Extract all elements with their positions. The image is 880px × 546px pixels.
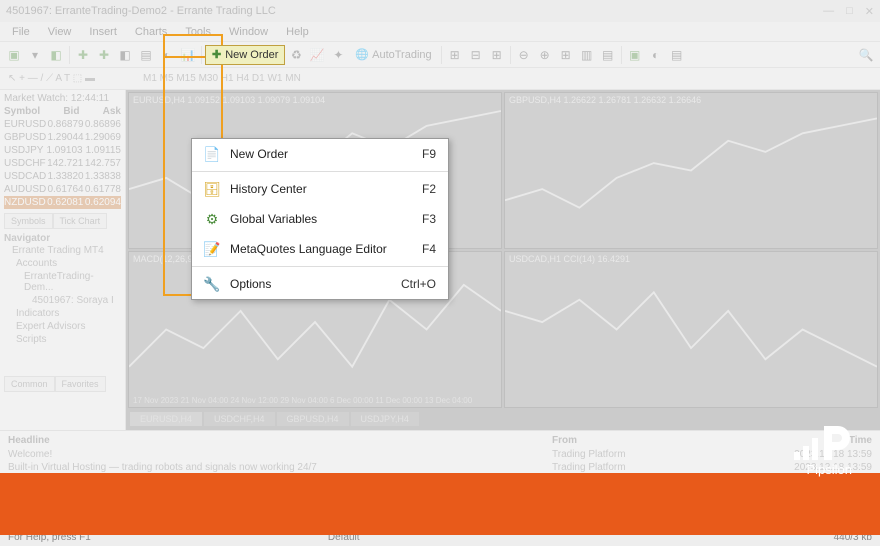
menu-view[interactable]: View	[40, 24, 80, 40]
ctx-options[interactable]: 🔧 Options Ctrl+O	[192, 269, 448, 299]
navigator-panel: Navigator Errante Trading MT4 Accounts E…	[0, 231, 125, 394]
brand-watermark: Pipsilon	[794, 426, 852, 477]
toolbar-btn[interactable]: ▤	[598, 45, 618, 65]
brand-name: Pipsilon	[806, 462, 852, 477]
tab-favorites[interactable]: Favorites	[55, 376, 106, 392]
nav-item[interactable]: Accounts	[4, 257, 121, 270]
ctx-new-order[interactable]: 📄 New Order F9	[192, 139, 448, 169]
toolbar-btn[interactable]: 📊	[178, 45, 198, 65]
ctx-metaeditor[interactable]: 📝 MetaQuotes Language Editor F4	[192, 234, 448, 264]
menu-window[interactable]: Window	[221, 24, 276, 40]
toolbar-btn[interactable]: ◧	[115, 45, 135, 65]
zoom-out-icon[interactable]: ⊖	[514, 45, 534, 65]
chart-tab[interactable]: GBPUSD,H4	[277, 412, 349, 426]
toolbar-btn[interactable]: ◐	[646, 45, 666, 65]
nav-title: Navigator	[4, 233, 121, 244]
toolbar-btn[interactable]: ◧	[46, 45, 66, 65]
menubar: File View Insert Charts Tools Window Hel…	[0, 22, 880, 42]
toolbar-btn[interactable]: ⊞	[487, 45, 507, 65]
toolbar-btn[interactable]: ▤	[667, 45, 687, 65]
maximize-icon[interactable]: □	[846, 5, 853, 18]
secondary-toolbar: ↖ + — / ⟋ A T ⬚ ▬ M1 M5 M15 M30 H1 H4 D1…	[0, 68, 880, 90]
main-toolbar: ▣ ▾ ◧ ✚ ✚ ◧ ▤ ◐ 📊 ✚ New Order ♻ 📈 ✦ 🌐 Au…	[0, 42, 880, 68]
toolbar-btn[interactable]: ▾	[25, 45, 45, 65]
options-icon: 🔧	[200, 276, 224, 293]
symbol-row[interactable]: EURUSD0.868790.86896	[4, 118, 121, 131]
new-order-icon: 📄	[200, 146, 224, 163]
symbol-row[interactable]: GBPUSD1.290441.29069	[4, 131, 121, 144]
toolbar-btn[interactable]: ⊞	[445, 45, 465, 65]
toolbar-btn[interactable]: ▣	[625, 45, 645, 65]
symbol-row[interactable]: USDCAD1.338201.33838	[4, 170, 121, 183]
autotrading-button[interactable]: 🌐 AutoTrading	[349, 48, 437, 61]
toolbar-btn[interactable]: ▥	[577, 45, 597, 65]
chart-tab[interactable]: USDCHF,H4	[204, 412, 275, 426]
chart-gbpusd[interactable]: GBPUSD,H4 1.26622 1.26781 1.26632 1.2664…	[504, 92, 878, 249]
tab-symbols[interactable]: Symbols	[4, 213, 53, 229]
zoom-in-icon[interactable]: ⊕	[535, 45, 555, 65]
toolbar-btn[interactable]: ▤	[136, 45, 156, 65]
toolbar-btn[interactable]: ▣	[4, 45, 24, 65]
new-order-button[interactable]: ✚ New Order	[205, 45, 285, 65]
toolbar-btn[interactable]: ◐	[157, 45, 177, 65]
news-row[interactable]: Welcome!Trading Platform2023.12.18 13:59	[8, 448, 872, 461]
toolbar-btn[interactable]: ✚	[73, 45, 93, 65]
nav-item[interactable]: ErranteTrading-Dem...	[4, 270, 121, 294]
chart-usdcad[interactable]: USDCAD,H1 CCI(14) 16.4291	[504, 251, 878, 408]
minimize-icon[interactable]: —	[823, 5, 834, 18]
toolbar-btn[interactable]: ⊞	[556, 45, 576, 65]
new-order-label: New Order	[225, 49, 278, 61]
tab-tick-chart[interactable]: Tick Chart	[53, 213, 108, 229]
symbol-row[interactable]: USDCHF142.721142.757	[4, 157, 121, 170]
ctx-history-center[interactable]: 🗄 History Center F2	[192, 174, 448, 204]
toolbar-btn[interactable]: ♻	[286, 45, 306, 65]
market-watch-title: Market Watch: 12:44:11	[4, 92, 121, 105]
toolbar-btn[interactable]: ⊟	[466, 45, 486, 65]
window-titlebar: 4501967: ErranteTrading-Demo2 - Errante …	[0, 0, 880, 22]
symbol-row[interactable]: AUDUSD0.617640.61778	[4, 183, 121, 196]
menu-charts[interactable]: Charts	[127, 24, 175, 40]
menu-file[interactable]: File	[4, 24, 38, 40]
close-icon[interactable]: ✕	[865, 5, 874, 18]
tools-context-menu: 📄 New Order F9 🗄 History Center F2 ⚙ Glo…	[191, 138, 449, 300]
menu-insert[interactable]: Insert	[81, 24, 125, 40]
ctx-global-variables[interactable]: ⚙ Global Variables F3	[192, 204, 448, 234]
editor-icon: 📝	[200, 241, 224, 258]
nav-root[interactable]: Errante Trading MT4	[4, 244, 121, 257]
toolbar-btn[interactable]: ✚	[94, 45, 114, 65]
globals-icon: ⚙	[200, 211, 224, 228]
plus-icon: ✚	[212, 48, 221, 61]
menu-help[interactable]: Help	[278, 24, 317, 40]
search-icon[interactable]: 🔍	[856, 45, 876, 65]
chart-tab[interactable]: USDJPY,H4	[351, 412, 419, 426]
autotrading-icon: 🌐	[355, 48, 369, 61]
market-watch-panel: Market Watch: 12:44:11 Symbol Bid Ask EU…	[0, 90, 125, 231]
nav-item[interactable]: Indicators	[4, 307, 121, 320]
nav-item[interactable]: Scripts	[4, 333, 121, 346]
window-title: 4501967: ErranteTrading-Demo2 - Errante …	[6, 5, 276, 17]
chart-tab[interactable]: EURUSD,H4	[130, 412, 202, 426]
toolbar-btn[interactable]: ✦	[328, 45, 348, 65]
footer-bar	[0, 473, 880, 535]
nav-item[interactable]: 4501967: Soraya I	[4, 294, 121, 307]
toolbar-btn[interactable]: 📈	[307, 45, 327, 65]
symbol-row[interactable]: USDJPY1.091031.09115	[4, 144, 121, 157]
tab-common[interactable]: Common	[4, 376, 55, 392]
menu-tools[interactable]: Tools	[177, 24, 219, 40]
nav-item[interactable]: Expert Advisors	[4, 320, 121, 333]
history-icon: 🗄	[200, 181, 224, 198]
symbol-row[interactable]: NZDUSD0.620810.62094	[4, 196, 121, 209]
